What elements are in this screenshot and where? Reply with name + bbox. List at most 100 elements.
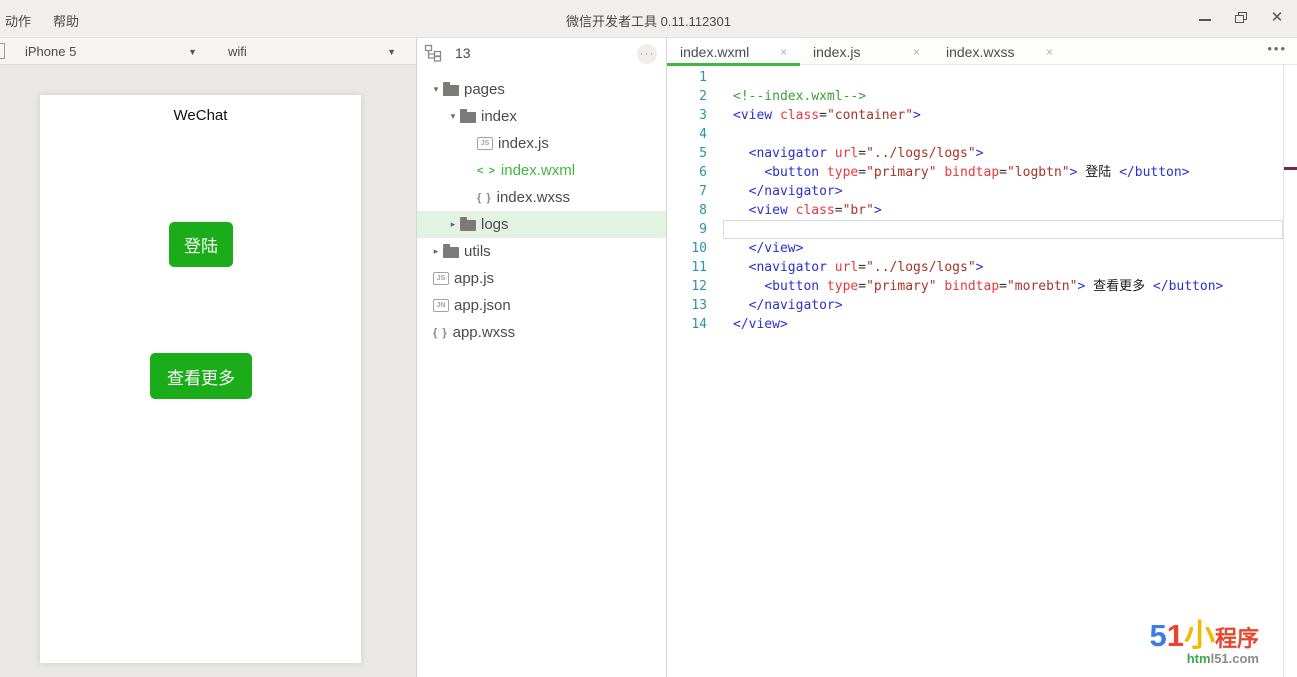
code-line[interactable]: 2 <!--index.wxml-->: [667, 87, 1297, 106]
tree-item-logs[interactable]: ▸ logs: [417, 211, 666, 238]
code-line[interactable]: 4: [667, 125, 1297, 144]
line-number: 8: [667, 201, 707, 220]
minimize-icon[interactable]: [1197, 10, 1213, 26]
code-text: <button type="primary" bindtap="logbtn">…: [733, 163, 1190, 182]
line-number: 11: [667, 258, 707, 277]
tree-item-label: app.json: [454, 297, 511, 314]
phone-preview: WeChat 登陆 查看更多: [40, 95, 361, 663]
overview-ruler-mark: [1284, 167, 1297, 170]
folder-icon: [460, 112, 476, 123]
chevron-down-icon: ▼: [188, 47, 197, 57]
code-editor[interactable]: 12 <!--index.wxml--> 3 <view class="contain…: [667, 65, 1297, 677]
tab-index.js[interactable]: index.js ×: [800, 38, 933, 65]
code-text: </view>: [733, 239, 803, 258]
line-number: 9: [667, 220, 707, 239]
tree-item-label: app.wxss: [453, 324, 516, 341]
code-line[interactable]: 7 </navigator>: [667, 182, 1297, 201]
tab-index.wxml[interactable]: index.wxml×: [667, 38, 800, 65]
expand-arrow-icon[interactable]: ▸: [429, 246, 443, 257]
tree-item-index.wxml[interactable]: < >index.wxml: [417, 157, 666, 184]
folder-icon: [460, 220, 476, 231]
code-line[interactable]: 9: [667, 220, 1297, 239]
tab-close-icon[interactable]: ×: [1046, 45, 1053, 59]
tree-item-label: app.js: [454, 270, 494, 287]
tabs-overflow-button[interactable]: •••: [1267, 41, 1287, 56]
tab-label: index.js: [813, 44, 860, 60]
wxss-file-icon: { }: [433, 327, 448, 339]
line-number: 5: [667, 144, 707, 163]
code-line[interactable]: 5 <navigator url="../logs/logs">: [667, 144, 1297, 163]
tree-item-label: index.wxss: [497, 189, 570, 206]
code-line[interactable]: 6 <button type="primary" bindtap="logbtn…: [667, 163, 1297, 182]
file-tree-header: 13 ···: [417, 38, 666, 68]
tree-more-button[interactable]: ···: [637, 44, 657, 64]
tree-item-label: index.wxml: [501, 162, 575, 179]
tab-close-icon[interactable]: ×: [780, 45, 787, 59]
line-number: 2: [667, 87, 707, 106]
network-select[interactable]: wifi ▼: [228, 38, 396, 65]
folder-icon: [443, 85, 459, 96]
tree-item-app.js[interactable]: JS app.js: [417, 265, 666, 292]
tab-close-icon[interactable]: ×: [913, 45, 920, 59]
window-title: 微信开发者工具 0.11.112301: [0, 11, 1297, 30]
tree-structure-icon: [424, 44, 442, 62]
line-number: 7: [667, 182, 707, 201]
tree-item-app.json[interactable]: JN app.json: [417, 292, 666, 319]
expand-arrow-icon[interactable]: ▸: [446, 219, 460, 230]
simulator-panel: iPhone 5 ▼ wifi ▼ WeChat 登陆 查看更多: [0, 38, 417, 677]
tab-label: index.wxss: [946, 44, 1014, 60]
clipped-icon: [0, 43, 5, 59]
tree-item-index.js[interactable]: JSindex.js: [417, 130, 666, 157]
line-number: 6: [667, 163, 707, 182]
title-bar: 动作 帮助 微信开发者工具 0.11.112301 ✕: [0, 0, 1297, 38]
tree-item-app.wxss[interactable]: { } app.wxss: [417, 319, 666, 346]
collapse-arrow-icon[interactable]: ▾: [429, 84, 443, 95]
code-line[interactable]: 14</view>: [667, 315, 1297, 334]
js-file-icon: JS: [433, 272, 449, 285]
tree-item-index[interactable]: ▾ index: [417, 103, 666, 130]
line-number: 14: [667, 315, 707, 334]
code-text: </navigator>: [733, 296, 843, 315]
code-line[interactable]: 1: [667, 68, 1297, 87]
line-number: 1: [667, 68, 707, 87]
code-text: <!--index.wxml-->: [733, 87, 866, 106]
restore-icon[interactable]: [1233, 10, 1249, 26]
tab-index.wxss[interactable]: index.wxss ×: [933, 38, 1066, 65]
device-select[interactable]: iPhone 5 ▼: [25, 38, 197, 65]
wxss-file-icon: { }: [477, 192, 492, 204]
tree-item-label: index: [481, 108, 517, 125]
page-title: WeChat: [40, 107, 361, 124]
code-line[interactable]: 12 <button type="primary" bindtap="moreb…: [667, 277, 1297, 296]
device-toolbar: iPhone 5 ▼ wifi ▼: [0, 38, 416, 65]
tree-item-utils[interactable]: ▸utils: [417, 238, 666, 265]
code-line[interactable]: 3 <view class="container">: [667, 106, 1297, 125]
tree-item-index.wxss[interactable]: { } index.wxss: [417, 184, 666, 211]
code-line[interactable]: 10 </view>: [667, 239, 1297, 258]
code-line[interactable]: 8 <view class="br">: [667, 201, 1297, 220]
code-line[interactable]: 11 <navigator url="../logs/logs">: [667, 258, 1297, 277]
tree-item-label: pages: [464, 81, 505, 98]
json-file-icon: JN: [433, 299, 449, 312]
tree-item-pages[interactable]: ▾ pages: [417, 76, 666, 103]
code-text: <view class="container">: [733, 106, 921, 125]
editor-scrollbar[interactable]: [1283, 65, 1297, 677]
folder-icon: [443, 247, 459, 258]
collapse-arrow-icon[interactable]: ▾: [446, 111, 460, 122]
file-count-badge: 13: [455, 45, 471, 61]
tree-item-label: logs: [481, 216, 509, 233]
line-number: 3: [667, 106, 707, 125]
file-tree-panel: 13 ··· ▾pages▾indexJSindex.js< >index.wx…: [417, 38, 667, 677]
line-number: 12: [667, 277, 707, 296]
login-button[interactable]: 登陆: [169, 222, 233, 267]
close-icon[interactable]: ✕: [1269, 10, 1285, 26]
code-text: <view class="br">: [733, 201, 882, 220]
code-text: </navigator>: [733, 182, 843, 201]
code-line[interactable]: 13 </navigator>: [667, 296, 1297, 315]
code-text: <navigator url="../logs/logs">: [733, 144, 983, 163]
editor-tabbar: index.wxml× index.js × index.wxss × •••: [667, 38, 1297, 65]
see-more-button[interactable]: 查看更多: [150, 353, 252, 399]
line-number: 13: [667, 296, 707, 315]
tree-item-label: index.js: [498, 135, 549, 152]
line-number: 10: [667, 239, 707, 258]
window-controls: ✕: [1197, 8, 1285, 28]
